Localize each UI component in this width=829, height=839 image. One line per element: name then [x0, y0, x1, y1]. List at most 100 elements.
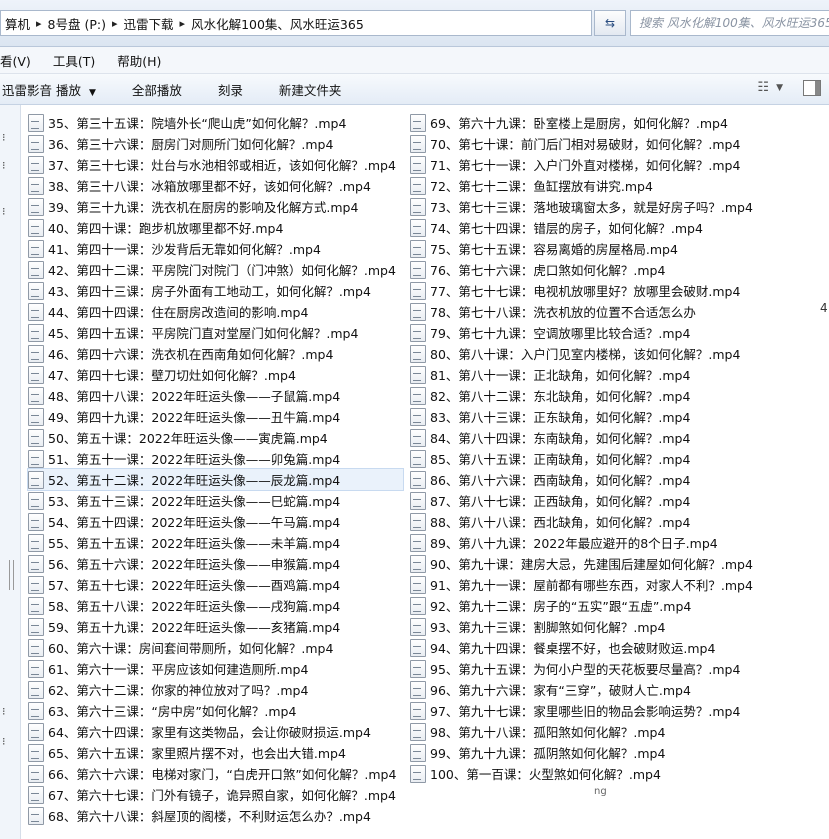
file-item[interactable]: 43、第四十三课：房子外面有工地动工，如何化解？.mp4 — [28, 280, 403, 301]
new-folder-button[interactable]: 新建文件夹 — [279, 80, 342, 99]
file-item[interactable]: 89、第八十九课：2022年最应避开的8个日子.mp4 — [410, 532, 829, 553]
file-item[interactable]: 70、第七十课：前门后门相对易破财，如何化解？.mp4 — [410, 133, 829, 154]
file-item[interactable]: 55、第五十五课：2022年旺运头像——未羊篇.mp4 — [28, 532, 403, 553]
file-item[interactable]: 63、第六十三课：“房中房”如何化解？.mp4 — [28, 700, 403, 721]
file-item[interactable]: 39、第三十九课：洗衣机在厨房的影响及化解方式.mp4 — [28, 196, 403, 217]
nav-fragment-icon: ⁝ — [2, 159, 6, 172]
file-item[interactable]: 80、第八十课：入户门见室内楼梯，该如何化解？.mp4 — [410, 343, 829, 364]
play-all-button[interactable]: 全部播放 — [132, 80, 182, 99]
burn-button[interactable]: 刻录 — [218, 80, 243, 99]
file-item[interactable]: 76、第七十六课：虎口煞如何化解？.mp4 — [410, 259, 829, 280]
file-item[interactable]: 35、第三十五课：院墙外长“爬山虎”如何化解？.mp4 — [28, 112, 403, 133]
file-item[interactable]: 94、第九十四课：餐桌摆不好，也会破财败运.mp4 — [410, 637, 829, 658]
file-item[interactable]: 38、第三十八课：冰箱放哪里都不好，该如何化解？.mp4 — [28, 175, 403, 196]
file-item[interactable]: 77、第七十七课：电视机放哪里好？放哪里会破财.mp4 — [410, 280, 829, 301]
chevron-down-icon[interactable]: ▼ — [776, 83, 783, 93]
file-name: 88、第八十八课：西北缺角，如何化解？.mp4 — [430, 515, 691, 530]
file-item[interactable]: 91、第九十一课：屋前都有哪些东西，对家人不利？.mp4 — [410, 574, 829, 595]
file-item[interactable]: 100、第一百课：火型煞如何化解？.mp4 — [410, 763, 829, 784]
file-item[interactable]: 79、第七十九课：空调放哪里比较合适？.mp4 — [410, 322, 829, 343]
file-item[interactable]: 36、第三十六课：厨房门对厕所门如何化解？.mp4 — [28, 133, 403, 154]
video-file-icon — [410, 386, 426, 405]
file-item[interactable]: 54、第五十四课：2022年旺运头像——午马篇.mp4 — [28, 511, 403, 532]
file-item[interactable]: 62、第六十二课：你家的神位放对了吗？.mp4 — [28, 679, 403, 700]
file-item[interactable]: 95、第九十五课：为何小户型的天花板要尽量高？.mp4 — [410, 658, 829, 679]
play-button[interactable]: 迅雷影音 播放 ▼ — [2, 80, 96, 99]
breadcrumb-folder-downloads[interactable]: 迅雷下载 — [120, 14, 178, 33]
file-item[interactable]: 60、第六十课：房间套间带厕所，如何化解？.mp4 — [28, 637, 403, 658]
file-item[interactable]: 78、第七十八课：洗衣机放的位置不合适怎么办 — [410, 301, 829, 322]
file-item[interactable]: 68、第六十八课：斜屋顶的阁楼，不利财运怎么办？.mp4 — [28, 805, 403, 826]
search-input[interactable]: 搜索 风水化解100集、风水旺运365 — [630, 10, 829, 36]
menu-tools[interactable]: 工具(T) — [53, 51, 105, 70]
file-item[interactable]: 98、第九十八课：孤阳煞如何化解？.mp4 — [410, 721, 829, 742]
file-item[interactable]: 49、第四十九课：2022年旺运头像——丑牛篇.mp4 — [28, 406, 403, 427]
file-item[interactable]: 37、第三十七课：灶台与水池相邻或相近，该如何化解？.mp4 — [28, 154, 403, 175]
breadcrumb-separator-icon[interactable]: ▸ — [178, 17, 188, 30]
file-item[interactable]: 65、第六十五课：家里照片摆不对，也会出大错.mp4 — [28, 742, 403, 763]
breadcrumb-drive[interactable]: 8号盘 (P:) — [44, 14, 110, 33]
file-item[interactable]: 99、第九十九课：孤阴煞如何化解？.mp4 — [410, 742, 829, 763]
file-item[interactable]: 67、第六十七课：门外有镜子，诡异照自家，如何化解？.mp4 — [28, 784, 403, 805]
file-item[interactable]: 73、第七十三课：落地玻璃窗太多，就是好房子吗？.mp4 — [410, 196, 829, 217]
file-item[interactable]: 74、第七十四课：错层的房子，如何化解？.mp4 — [410, 217, 829, 238]
file-item[interactable]: 86、第八十六课：西南缺角，如何化解？.mp4 — [410, 469, 829, 490]
file-item[interactable]: 53、第五十三课：2022年旺运头像——巳蛇篇.mp4 — [28, 490, 403, 511]
file-item[interactable]: 71、第七十一课：入户门外直对楼梯，如何化解？.mp4 — [410, 154, 829, 175]
refresh-button[interactable]: ⇆ — [594, 10, 626, 36]
video-file-icon — [410, 764, 426, 783]
file-item[interactable]: 61、第六十一课：平房应该如何建造厕所.mp4 — [28, 658, 403, 679]
file-item[interactable]: 41、第四十一课：沙发背后无靠如何化解？.mp4 — [28, 238, 403, 259]
preview-pane-icon[interactable] — [803, 80, 821, 96]
file-item[interactable]: 83、第八十三课：正东缺角，如何化解？.mp4 — [410, 406, 829, 427]
file-item[interactable]: 75、第七十五课：容易离婚的房屋格局.mp4 — [410, 238, 829, 259]
file-item[interactable]: 56、第五十六课：2022年旺运头像——申猴篇.mp4 — [28, 553, 403, 574]
file-item[interactable]: 51、第五十一课：2022年旺运头像——卯兔篇.mp4 — [28, 448, 403, 469]
file-item[interactable]: 72、第七十二课：鱼缸摆放有讲究.mp4 — [410, 175, 829, 196]
file-item[interactable]: 92、第九十二课：房子的“五实”跟“五虚”.mp4 — [410, 595, 829, 616]
file-item[interactable]: 47、第四十七课：壁刀切灶如何化解？.mp4 — [28, 364, 403, 385]
file-item[interactable]: 84、第八十四课：东南缺角，如何化解？.mp4 — [410, 427, 829, 448]
file-item[interactable]: 59、第五十九课：2022年旺运头像——亥猪篇.mp4 — [28, 616, 403, 637]
file-item[interactable]: 88、第八十八课：西北缺角，如何化解？.mp4 — [410, 511, 829, 532]
file-item[interactable]: 48、第四十八课：2022年旺运头像——子鼠篇.mp4 — [28, 385, 403, 406]
file-item[interactable]: 58、第五十八课：2022年旺运头像——戌狗篇.mp4 — [28, 595, 403, 616]
file-item[interactable]: 52、第五十二课：2022年旺运头像——辰龙篇.mp4 — [27, 468, 404, 491]
pane-splitter[interactable] — [9, 560, 14, 590]
breadcrumb-folder-current[interactable]: 风水化解100集、风水旺运365 — [187, 14, 368, 33]
file-item[interactable]: 81、第八十一课：正北缺角，如何化解？.mp4 — [410, 364, 829, 385]
file-item[interactable]: 66、第六十六课：电梯对家门，“白虎开口煞”如何化解？.mp4 — [28, 763, 403, 784]
video-file-icon — [28, 197, 44, 216]
video-file-icon — [410, 113, 426, 132]
breadcrumb-separator-icon[interactable]: ▸ — [34, 17, 44, 30]
menu-view[interactable]: 看(V) — [0, 51, 41, 70]
file-item[interactable]: 93、第九十三课：割脚煞如何化解？.mp4 — [410, 616, 829, 637]
file-item[interactable]: 45、第四十五课：平房院门直对堂屋门如何化解？.mp4 — [28, 322, 403, 343]
file-item[interactable]: 42、第四十二课：平房院门对院门（门冲煞）如何化解？.mp4 — [28, 259, 403, 280]
file-item[interactable]: 87、第八十七课：正西缺角，如何化解？.mp4 — [410, 490, 829, 511]
file-item[interactable]: 40、第四十课：跑步机放哪里都不好.mp4 — [28, 217, 403, 238]
file-item[interactable]: 97、第九十七课：家里哪些旧的物品会影响运势？.mp4 — [410, 700, 829, 721]
file-item[interactable]: 50、第五十课：2022年旺运头像——寅虎篇.mp4 — [28, 427, 403, 448]
video-file-icon — [410, 722, 426, 741]
file-item[interactable]: 96、第九十六课：家有“三穿”，破财人亡.mp4 — [410, 679, 829, 700]
file-item[interactable]: 82、第八十二课：东北缺角，如何化解？.mp4 — [410, 385, 829, 406]
breadcrumb-computer[interactable]: 算机 — [1, 14, 34, 33]
breadcrumb-separator-icon[interactable]: ▸ — [110, 17, 120, 30]
file-name: 93、第九十三课：割脚煞如何化解？.mp4 — [430, 620, 666, 635]
file-name: 36、第三十六课：厨房门对厕所门如何化解？.mp4 — [48, 137, 334, 152]
video-file-icon — [410, 176, 426, 195]
navigation-pane[interactable]: ⁝ ⁝ ⁝ ⁝ ⁝ — [0, 105, 21, 839]
file-item[interactable]: 69、第六十九课：卧室楼上是厨房，如何化解？.mp4 — [410, 112, 829, 133]
file-item[interactable]: 85、第八十五课：正南缺角，如何化解？.mp4 — [410, 448, 829, 469]
file-item[interactable]: 46、第四十六课：洗衣机在西南角如何化解？.mp4 — [28, 343, 403, 364]
view-options-icon[interactable]: ☷ — [757, 80, 769, 95]
file-item[interactable]: 64、第六十四课：家里有这类物品，会让你破财损运.mp4 — [28, 721, 403, 742]
file-column-right: 69、第六十九课：卧室楼上是厨房，如何化解？.mp4 70、第七十课：前门后门相对… — [410, 112, 829, 784]
menu-help[interactable]: 帮助(H) — [117, 51, 171, 70]
file-name: 35、第三十五课：院墙外长“爬山虎”如何化解？.mp4 — [48, 116, 347, 131]
file-item[interactable]: 90、第九十课：建房大忌，先建围后建屋如何化解？.mp4 — [410, 553, 829, 574]
file-item[interactable]: 57、第五十七课：2022年旺运头像——酉鸡篇.mp4 — [28, 574, 403, 595]
file-item[interactable]: 44、第四十四课：住在厨房改造间的影响.mp4 — [28, 301, 403, 322]
breadcrumb[interactable]: 算机 ▸ 8号盘 (P:) ▸ 迅雷下载 ▸ 风水化解100集、风水旺运365 — [0, 10, 592, 36]
